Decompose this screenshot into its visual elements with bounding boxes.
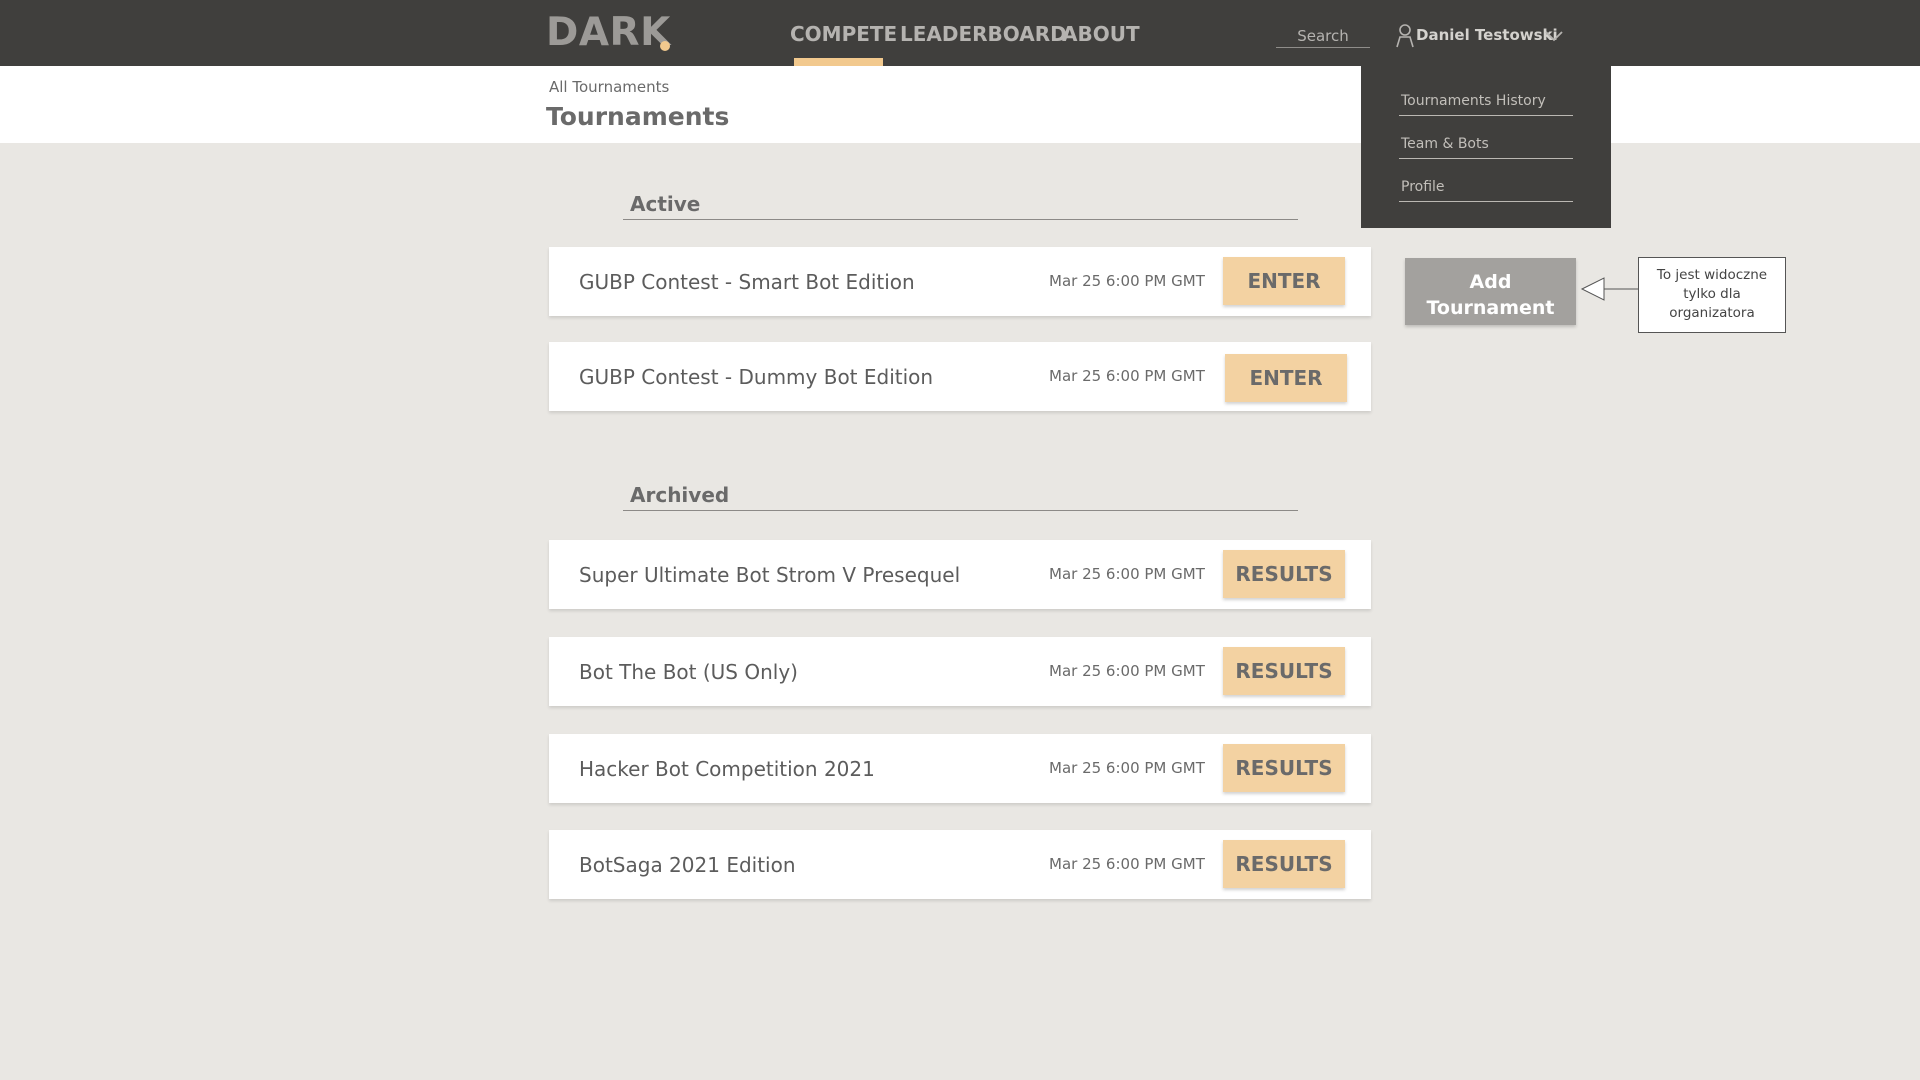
add-tournament-label-line2: Tournament (1426, 297, 1555, 319)
tournament-card: Hacker Bot Competition 2021 Mar 25 6:00 … (549, 734, 1371, 803)
menu-item-tournaments-history[interactable]: Tournaments History (1399, 86, 1573, 116)
section-title-active: Active (623, 192, 1298, 220)
callout-arrow-icon (1580, 277, 1638, 301)
tournament-date: Mar 25 6:00 PM GMT (1049, 565, 1205, 583)
page-title: Tournaments (546, 102, 730, 131)
nav-about[interactable]: ABOUT (1062, 22, 1140, 46)
breadcrumb[interactable]: All Tournaments (549, 78, 669, 96)
tournament-date: Mar 25 6:00 PM GMT (1049, 662, 1205, 680)
section-title-archived: Archived (623, 483, 1298, 511)
tournament-date: Mar 25 6:00 PM GMT (1049, 855, 1205, 873)
tournament-date: Mar 25 6:00 PM GMT (1049, 272, 1205, 290)
enter-button[interactable]: ENTER (1225, 354, 1347, 402)
menu-item-profile[interactable]: Profile (1399, 172, 1573, 202)
menu-item-team-bots[interactable]: Team & Bots (1399, 129, 1573, 159)
tournament-card: GUBP Contest - Dummy Bot Edition Mar 25 … (549, 342, 1371, 411)
note-line1: To jest widoczne (1656, 267, 1768, 283)
tournament-card: BotSaga 2021 Edition Mar 25 6:00 PM GMT … (549, 830, 1371, 899)
user-icon[interactable] (1395, 24, 1415, 48)
user-menu-name[interactable]: Daniel Testowski (1416, 26, 1558, 44)
chevron-down-icon[interactable] (1544, 28, 1564, 44)
enter-button[interactable]: ENTER (1223, 257, 1345, 305)
tournament-card: Super Ultimate Bot Strom V Presequel Mar… (549, 540, 1371, 609)
note-line2: tylko dla (1683, 286, 1741, 302)
top-bar: DARK COMPETE LEADERBOARD ABOUT Search Da… (0, 0, 1920, 66)
add-tournament-button[interactable]: Add Tournament (1405, 258, 1576, 325)
tournament-date: Mar 25 6:00 PM GMT (1049, 367, 1205, 385)
tournament-card: GUBP Contest - Smart Bot Edition Mar 25 … (549, 247, 1371, 316)
search-input[interactable]: Search (1276, 24, 1370, 48)
results-button[interactable]: RESULTS (1223, 647, 1345, 695)
tournament-name: GUBP Contest - Smart Bot Edition (579, 270, 915, 294)
add-tournament-label-line1: Add (1469, 271, 1512, 293)
results-button[interactable]: RESULTS (1223, 840, 1345, 888)
nav-leaderboard[interactable]: LEADERBOARD (900, 22, 1067, 46)
page-header (0, 66, 1920, 143)
note-line3: organizatora (1669, 305, 1755, 321)
nav-compete[interactable]: COMPETE (790, 22, 897, 46)
user-dropdown-menu: Tournaments History Team & Bots Profile (1361, 66, 1611, 228)
tournament-name: Super Ultimate Bot Strom V Presequel (579, 563, 961, 587)
tournament-name: Hacker Bot Competition 2021 (579, 757, 875, 781)
logo[interactable]: DARK (546, 10, 671, 55)
tournament-card: Bot The Bot (US Only) Mar 25 6:00 PM GMT… (549, 637, 1371, 706)
tournament-name: Bot The Bot (US Only) (579, 660, 798, 684)
tournament-date: Mar 25 6:00 PM GMT (1049, 759, 1205, 777)
results-button[interactable]: RESULTS (1223, 550, 1345, 598)
results-button[interactable]: RESULTS (1223, 744, 1345, 792)
tournament-name: GUBP Contest - Dummy Bot Edition (579, 365, 934, 389)
nav-active-indicator (794, 58, 883, 66)
organizer-only-note: To jest widoczne tylko dla organizatora (1638, 257, 1786, 333)
logo-dot (660, 41, 670, 51)
tournament-name: BotSaga 2021 Edition (579, 853, 796, 877)
